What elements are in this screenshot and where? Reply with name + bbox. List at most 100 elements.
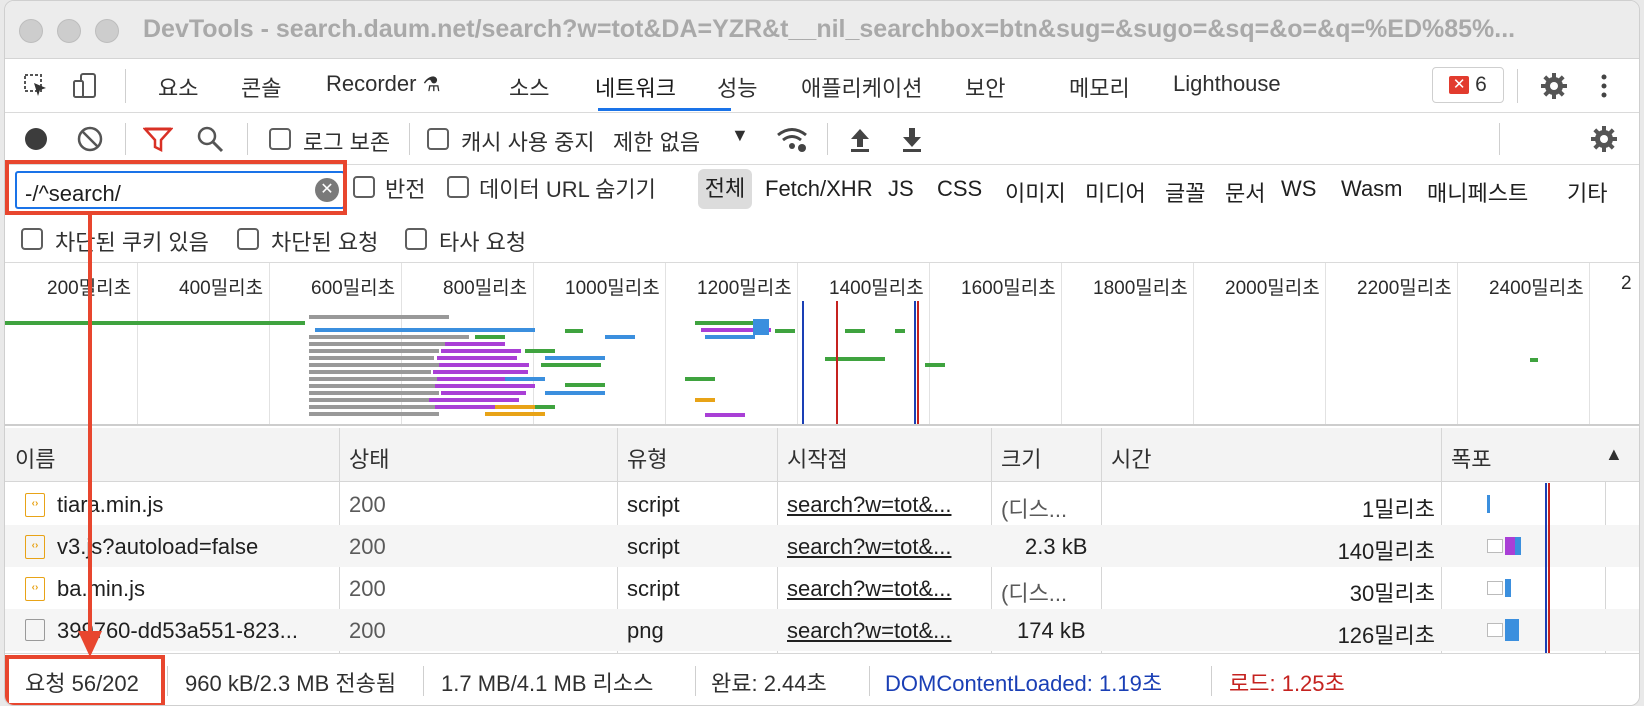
window-title: DevTools - search.daum.net/search?w=tot&… [143,15,1516,43]
more-options-icon[interactable] [1587,69,1621,103]
disable-cache-label: 캐시 사용 중지 [461,130,595,155]
column-status[interactable]: 상태 [349,442,389,474]
image-file-icon [25,619,45,641]
waterfall-bar [1505,537,1515,555]
resources-size: 1.7 MB/4.1 MB 리소스 [441,671,654,696]
title-bar: DevTools - search.daum.net/search?w=tot&… [5,1,1639,59]
type-filter-fetch-xhr[interactable]: Fetch/XHR [765,176,873,202]
column-waterfall[interactable]: 폭포 [1451,442,1491,474]
type-filter-wasm[interactable]: Wasm [1341,176,1403,202]
device-toolbar-icon[interactable] [69,69,103,103]
waterfall-bar [1487,495,1490,513]
request-time: 1밀리초 [1362,497,1435,522]
column-initiator[interactable]: 시작점 [787,442,848,474]
table-row[interactable]: ‹› tiara.min.js 200 script search?w=tot&… [5,483,1639,525]
invert-checkbox[interactable] [353,176,375,198]
request-size: (디스... [1001,581,1068,606]
tab-lighthouse[interactable]: Lighthouse [1173,71,1281,97]
export-har-icon[interactable] [895,122,929,156]
type-filter-ws[interactable]: WS [1281,176,1316,202]
search-icon[interactable] [193,122,227,156]
chevron-down-icon[interactable]: ▼ [731,125,749,146]
type-filter-other[interactable]: 기타 [1567,176,1607,208]
tab-network[interactable]: 네트워크 [595,71,676,103]
finish-time: 완료: 2.44초 [711,671,827,696]
network-overview-timeline[interactable]: 200밀리초 400밀리초 600밀리초 800밀리초 1000밀리초 1200… [5,263,1639,426]
filter-icon[interactable] [141,122,175,156]
type-filter-js[interactable]: JS [888,176,914,202]
request-type: script [627,492,680,517]
hide-data-urls-checkbox[interactable] [447,176,469,198]
throttling-select[interactable]: 제한 없음 [613,125,700,157]
request-time: 140밀리초 [1337,539,1435,564]
preserve-log-checkbox[interactable] [269,128,291,150]
close-window-button[interactable] [19,19,43,43]
request-filter-row: 차단된 쿠키 있음 차단된 요청 타사 요청 [5,215,1639,263]
devtools-window: DevTools - search.daum.net/search?w=tot&… [4,0,1640,706]
tab-memory[interactable]: 메모리 [1069,71,1130,103]
tab-security[interactable]: 보안 [965,71,1005,103]
blocked-requests-label: 차단된 요청 [271,230,379,255]
request-type: script [627,534,680,559]
request-status: 200 [349,492,386,517]
waterfall-bar [1515,537,1521,555]
blocked-cookies-checkbox[interactable] [21,228,43,250]
tab-recorder[interactable]: Recorder ⚗ [326,71,441,97]
disable-cache-checkbox[interactable] [427,128,449,150]
dom-content-loaded-time: DOMContentLoaded: 1.19초 [885,671,1163,696]
type-filter-doc[interactable]: 문서 [1225,176,1265,208]
tab-recorder-label: Recorder [326,71,417,96]
tab-application[interactable]: 애플리케이션 [801,71,922,103]
request-initiator-link[interactable]: search?w=tot&... [787,492,987,518]
request-initiator-link[interactable]: search?w=tot&... [787,576,987,602]
waterfall-bar [1505,579,1511,597]
status-bar: 요청 56/202 960 kB/2.3 MB 전송됨 1.7 MB/4.1 M… [5,653,1639,705]
column-time[interactable]: 시간 [1111,442,1151,474]
inspect-element-icon[interactable] [19,69,53,103]
tab-performance[interactable]: 성능 [717,71,757,103]
request-count-highlight [5,655,165,705]
network-toolbar: 로그 보존 캐시 사용 중지 제한 없음 ▼ [5,113,1639,165]
request-initiator-link[interactable]: search?w=tot&... [787,534,987,560]
annotation-arrow-icon [78,213,102,657]
requests-table-header: 이름 상태 유형 시작점 크기 시간 폭포 ▲ [5,428,1639,482]
waterfall-bar [1505,619,1519,641]
request-initiator-link[interactable]: search?w=tot&... [787,618,987,644]
third-party-checkbox[interactable] [405,228,427,250]
column-type[interactable]: 유형 [627,442,667,474]
record-icon[interactable] [19,122,53,156]
network-settings-gear-icon[interactable] [1587,122,1621,156]
zoom-window-button[interactable] [95,19,119,43]
type-filter-media[interactable]: 미디어 [1085,176,1146,208]
invert-label: 반전 [385,177,426,202]
tab-console[interactable]: 콘솔 [241,71,281,103]
clear-icon[interactable] [73,122,107,156]
column-size[interactable]: 크기 [1001,442,1041,474]
type-filter-img[interactable]: 이미지 [1005,176,1066,208]
type-filter-manifest[interactable]: 매니페스트 [1427,176,1528,208]
column-name[interactable]: 이름 [15,442,55,474]
blocked-requests-checkbox[interactable] [237,228,259,250]
minimize-window-button[interactable] [57,19,81,43]
waterfall-bar [1487,581,1503,595]
sort-ascending-icon[interactable]: ▲ [1605,444,1623,465]
request-size: 174 kB [1017,618,1086,643]
request-status: 200 [349,576,386,601]
type-filter-font[interactable]: 글꼴 [1165,176,1205,208]
settings-gear-icon[interactable] [1537,69,1571,103]
waterfall-bar [1487,539,1503,553]
error-count-badge[interactable]: ✕ 6 [1432,67,1504,103]
table-row[interactable]: 399760-dd53a551-823... 200 png search?w=… [5,609,1639,651]
request-status: 200 [349,618,386,643]
tab-elements[interactable]: 요소 [158,71,198,103]
type-filter-css[interactable]: CSS [937,176,982,202]
network-conditions-icon[interactable] [775,122,809,156]
request-type: png [627,618,664,643]
type-filter-all[interactable]: 전체 [698,169,752,209]
script-file-icon: ‹› [25,535,45,559]
filter-input-highlight [5,160,347,215]
import-har-icon[interactable] [843,122,877,156]
tab-sources[interactable]: 소스 [509,71,549,103]
table-row[interactable]: ‹› v3.js?autoload=false 200 script searc… [5,525,1639,567]
table-row[interactable]: ‹› ba.min.js 200 script search?w=tot&...… [5,567,1639,609]
